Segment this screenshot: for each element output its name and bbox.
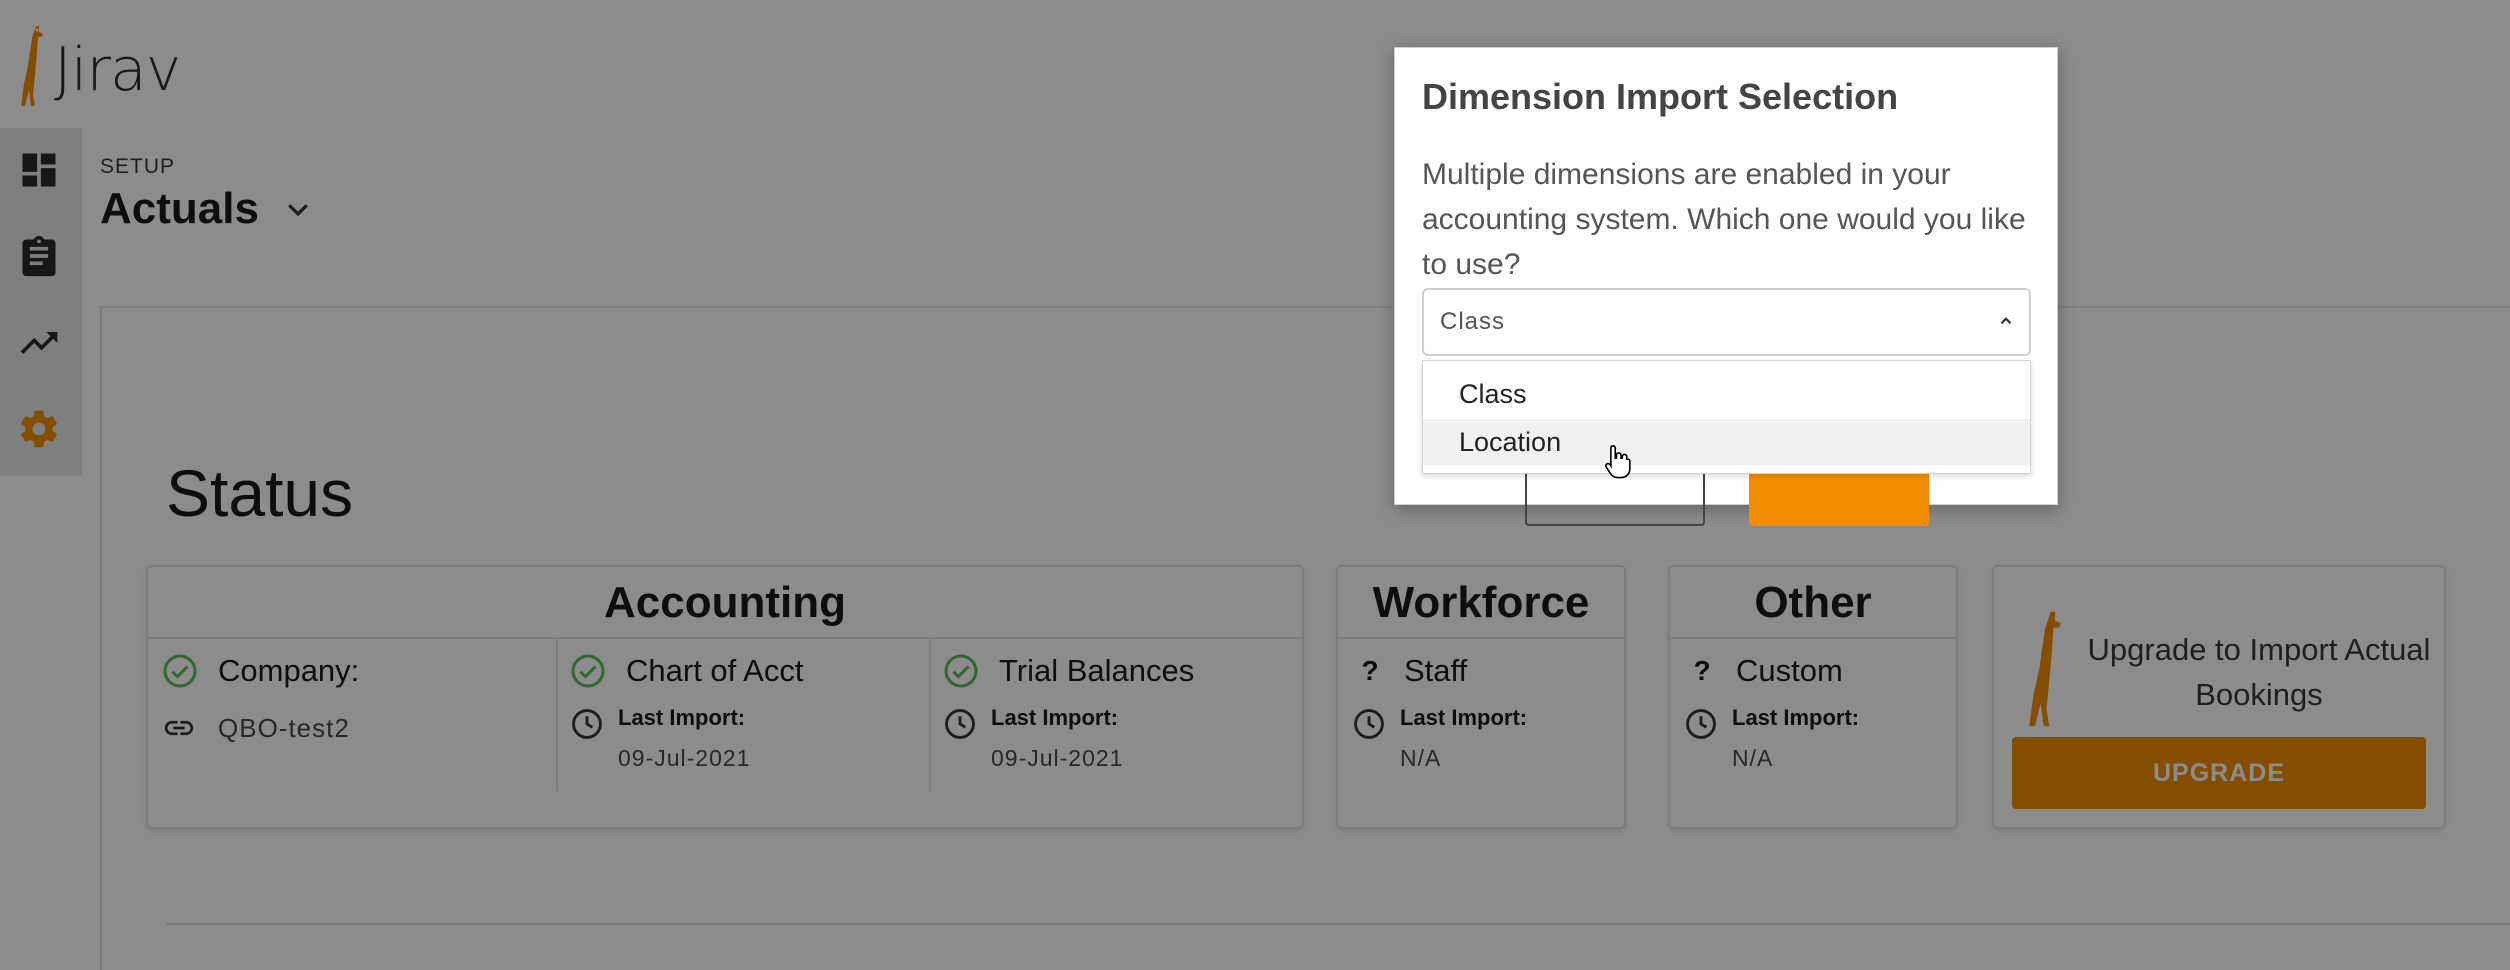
dropdown-option-location[interactable]: Location	[1423, 419, 2030, 465]
dimension-import-modal: Dimension Import Selection Multiple dime…	[1394, 47, 2058, 526]
dimension-select[interactable]: Class	[1422, 288, 2031, 356]
app-root: Jirav SETUP Actuals Status Accounting Co…	[0, 0, 2510, 970]
chevron-up-icon	[2000, 317, 2012, 325]
modal-title: Dimension Import Selection	[1422, 76, 1899, 117]
hand-cursor-icon	[1605, 444, 1631, 479]
modal-body: Multiple dimensions are enabled in your …	[1422, 158, 2026, 281]
dimension-dropdown: Class Location	[1422, 360, 2031, 474]
modal-overlay[interactable]	[0, 0, 2510, 970]
dropdown-option-class[interactable]: Class	[1423, 371, 2030, 417]
dimension-select-value: Class	[1440, 308, 1506, 335]
